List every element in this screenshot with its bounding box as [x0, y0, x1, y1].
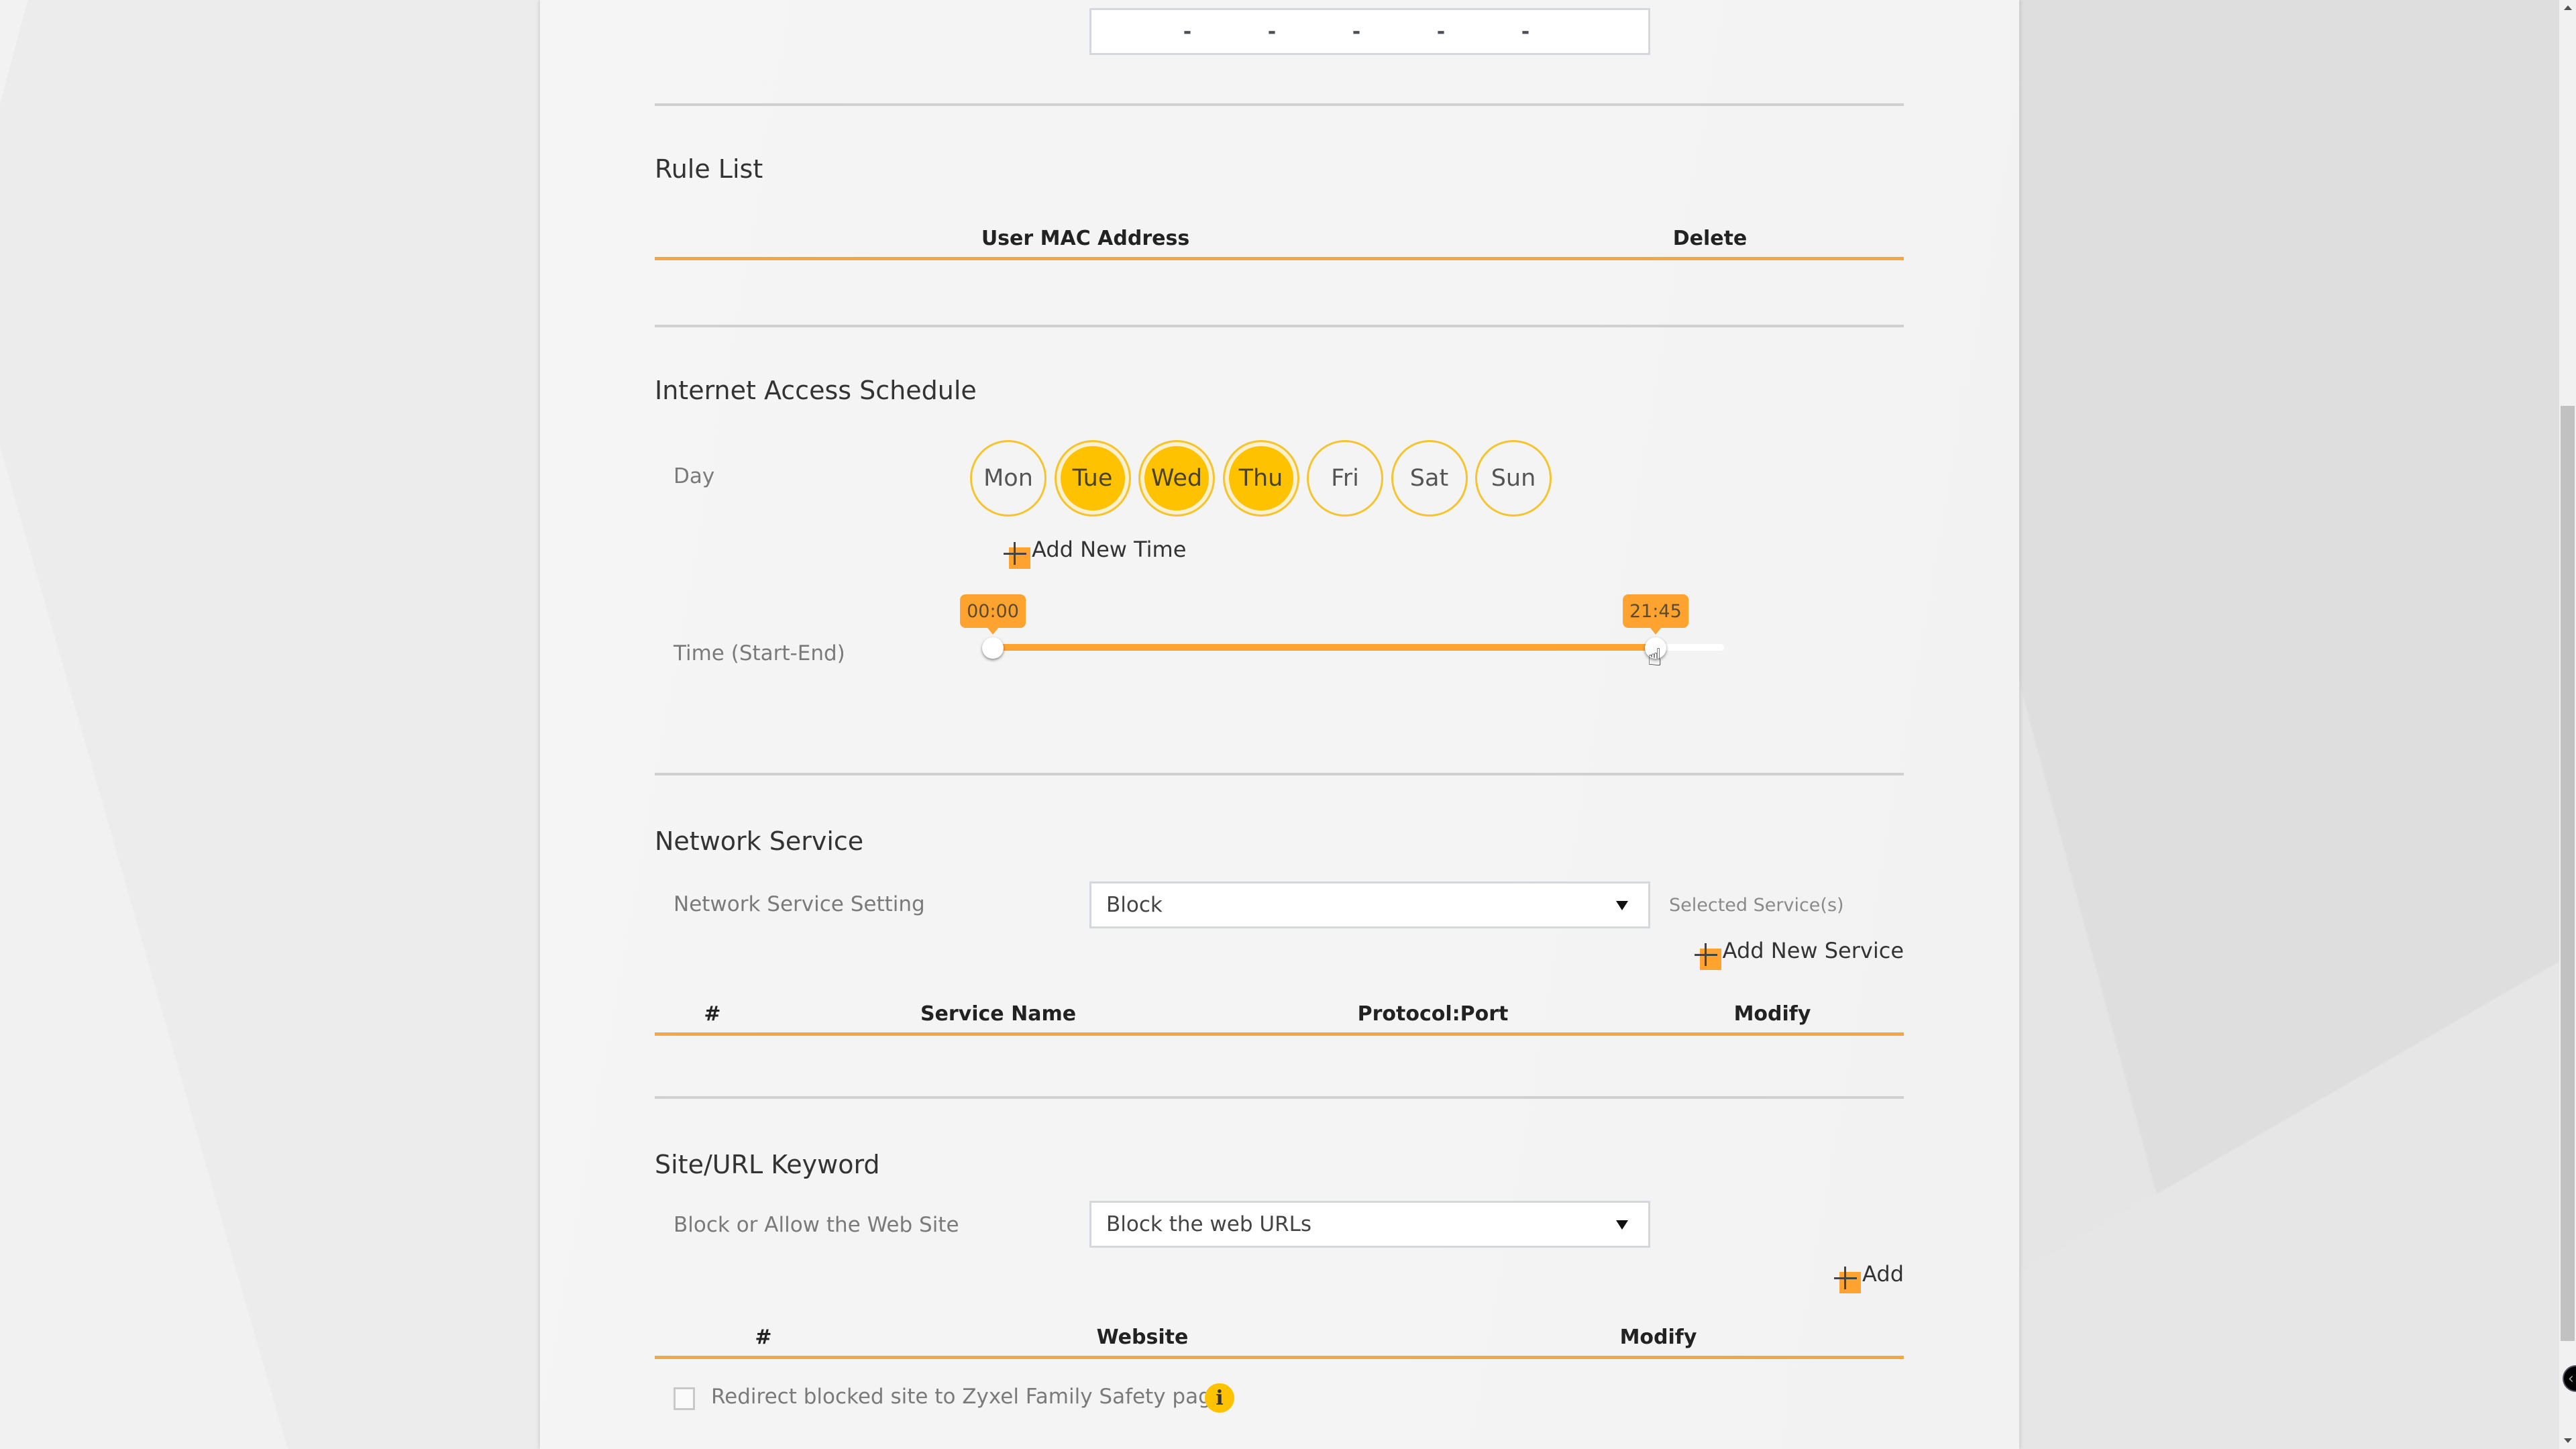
- add-new-service-label: Add New Service: [1722, 938, 1904, 963]
- chevron-down-icon: [1616, 1220, 1628, 1230]
- day-toggle-fri[interactable]: Fri: [1307, 440, 1383, 517]
- column-header-protocol-port: Protocol:Port: [1357, 1002, 1509, 1026]
- day-label-thu: Thu: [1238, 465, 1283, 492]
- day-label-wed: Wed: [1150, 465, 1203, 492]
- time-start-tooltip: 00:00: [960, 594, 1026, 635]
- section-divider: [655, 773, 1904, 775]
- background-right-lower: [2019, 872, 2559, 1449]
- plus-icon: [1834, 1267, 1862, 1293]
- network-service-setting-select[interactable]: Block: [1089, 881, 1650, 928]
- day-toggle-sat[interactable]: Sat: [1391, 440, 1468, 517]
- day-toggle-mon[interactable]: Mon: [970, 440, 1046, 517]
- scroll-down-arrow-icon[interactable]: [2564, 1438, 2572, 1443]
- website-table-header: # Website Modify: [655, 1319, 1904, 1359]
- address-separator: -: [1267, 19, 1277, 44]
- schedule-title: Internet Access Schedule: [655, 376, 977, 405]
- block-allow-value: Block the web URLs: [1106, 1212, 1312, 1236]
- redirect-checkbox[interactable]: [674, 1387, 695, 1410]
- section-divider: [655, 1096, 1904, 1099]
- plus-icon: [1694, 943, 1721, 970]
- column-header-delete: Delete: [1672, 227, 1748, 250]
- plus-icon: [1004, 542, 1030, 569]
- day-label-tue: Tue: [1072, 465, 1113, 492]
- add-new-service-button[interactable]: Add New Service: [1694, 938, 1904, 970]
- add-new-time-button[interactable]: Add New Time: [1004, 537, 1187, 569]
- column-header-modify: Modify: [1733, 1002, 1811, 1026]
- day-toggle-thu[interactable]: Thu: [1222, 440, 1299, 517]
- address-input-field[interactable]: - - - - -: [1089, 8, 1650, 55]
- block-allow-label: Block or Allow the Web Site: [674, 1213, 959, 1237]
- network-service-table-header: # Service Name Protocol:Port Modify: [655, 996, 1904, 1036]
- day-label-mon: Mon: [983, 465, 1033, 492]
- day-toggle-tue[interactable]: Tue: [1054, 440, 1131, 517]
- day-label: Day: [674, 464, 715, 488]
- content-area: - - - - - Rule List User MAC Address Del…: [655, 0, 1904, 1449]
- pointer-cursor-icon: ☝: [1647, 644, 1662, 672]
- column-header-modify: Modify: [1619, 1326, 1697, 1349]
- chevron-left-icon: ‹: [2568, 1370, 2574, 1387]
- day-toggle-wed[interactable]: Wed: [1138, 440, 1215, 517]
- time-slider-range: [993, 644, 1656, 651]
- rule-list-title: Rule List: [655, 154, 763, 184]
- column-header-number: #: [755, 1326, 772, 1349]
- add-website-label: Add: [1862, 1261, 1904, 1287]
- address-separator: -: [1183, 19, 1192, 44]
- address-separator: -: [1436, 19, 1446, 44]
- network-service-setting-label: Network Service Setting: [674, 892, 925, 916]
- add-website-button[interactable]: Add: [1834, 1261, 1904, 1293]
- section-divider: [655, 325, 1904, 327]
- address-separator: -: [1352, 19, 1361, 44]
- time-end-tooltip: 21:45: [1622, 594, 1688, 635]
- day-label-sat: Sat: [1409, 465, 1449, 492]
- info-icon[interactable]: i: [1205, 1383, 1234, 1413]
- section-divider: [655, 103, 1904, 106]
- network-service-title: Network Service: [655, 826, 864, 856]
- network-service-setting-value: Block: [1106, 893, 1163, 917]
- rule-list-table-header: User MAC Address Delete: [655, 220, 1904, 260]
- day-label-sun: Sun: [1491, 465, 1536, 492]
- address-separator: -: [1521, 19, 1530, 44]
- selected-services-label: Selected Service(s): [1669, 895, 1844, 916]
- column-header-service-name: Service Name: [920, 1002, 1077, 1026]
- add-new-time-label: Add New Time: [1032, 537, 1187, 562]
- day-label-fri: Fri: [1331, 465, 1359, 492]
- background-left-diagonal: [0, 0, 540, 1449]
- column-header-user-mac: User MAC Address: [981, 227, 1190, 250]
- redirect-label: Redirect blocked site to Zyxel Family Sa…: [711, 1385, 1224, 1409]
- day-toggle-sun[interactable]: Sun: [1475, 440, 1552, 517]
- site-url-keyword-title: Site/URL Keyword: [655, 1150, 880, 1179]
- time-range-label: Time (Start-End): [674, 641, 845, 665]
- scroll-up-arrow-icon[interactable]: [2564, 5, 2572, 10]
- column-header-website: Website: [1096, 1326, 1189, 1349]
- column-header-number: #: [704, 1002, 721, 1026]
- block-allow-select[interactable]: Block the web URLs: [1089, 1201, 1650, 1248]
- vertical-scrollbar[interactable]: [2559, 0, 2576, 1449]
- chevron-down-icon: [1616, 901, 1628, 910]
- time-start-handle[interactable]: [982, 637, 1004, 659]
- scrollbar-thumb[interactable]: [2561, 406, 2575, 1341]
